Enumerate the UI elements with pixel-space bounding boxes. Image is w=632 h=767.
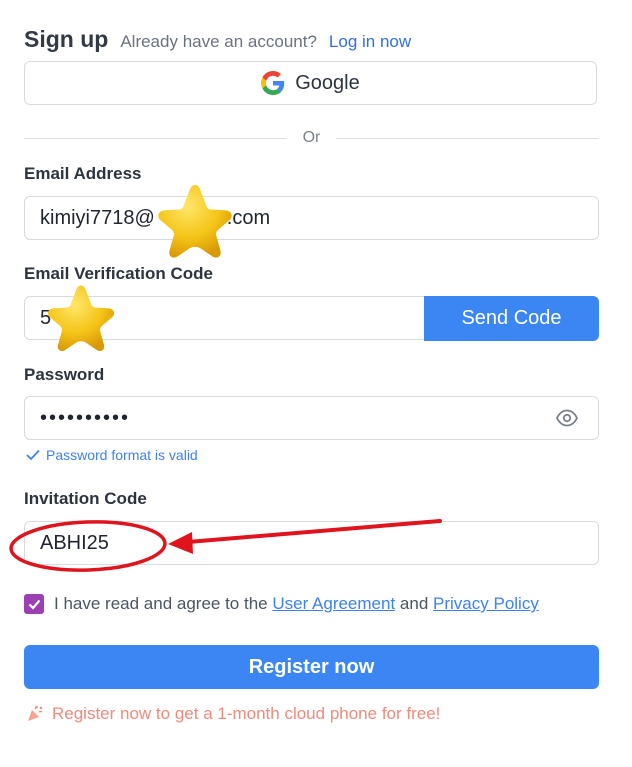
checkmark-icon bbox=[28, 599, 40, 610]
promo-message: Register now to get a 1-month cloud phon… bbox=[26, 704, 440, 724]
invitation-code-field[interactable]: ABHI25 bbox=[24, 521, 599, 565]
invitation-code-value: ABHI25 bbox=[40, 531, 109, 554]
login-prompt: Already have an account? bbox=[120, 32, 317, 51]
eye-icon[interactable] bbox=[556, 409, 578, 427]
password-field[interactable]: •••••••••• bbox=[24, 396, 599, 440]
divider-text: Or bbox=[302, 129, 321, 146]
google-button-label: Google bbox=[295, 71, 360, 94]
check-icon bbox=[26, 449, 40, 461]
party-popper-icon bbox=[28, 705, 43, 721]
password-label: Password bbox=[24, 365, 105, 384]
send-code-button[interactable]: Send Code bbox=[424, 296, 599, 341]
signup-header: Sign up Already have an account? Log in … bbox=[24, 26, 411, 53]
password-valid-message: Password format is valid bbox=[26, 447, 198, 463]
agreement-text: I have read and agree to the bbox=[54, 594, 268, 613]
star-sticker bbox=[158, 184, 232, 258]
or-divider: Or bbox=[24, 128, 599, 148]
email-label: Email Address bbox=[24, 164, 142, 183]
user-agreement-link[interactable]: User Agreement bbox=[272, 594, 395, 613]
agreement-checkbox[interactable] bbox=[24, 594, 44, 614]
divider-line-left bbox=[24, 137, 287, 139]
star-sticker bbox=[47, 285, 115, 351]
privacy-policy-link[interactable]: Privacy Policy bbox=[433, 594, 539, 613]
login-link[interactable]: Log in now bbox=[329, 32, 411, 52]
register-button[interactable]: Register now bbox=[24, 645, 599, 689]
agreement-and: and bbox=[399, 594, 429, 613]
email-value-prefix: kimiyi7718@ bbox=[40, 206, 155, 229]
email-field[interactable]: kimiyi7718@ .com bbox=[24, 196, 599, 240]
promo-text: Register now to get a 1-month cloud phon… bbox=[52, 704, 441, 723]
password-masked-value: •••••••••• bbox=[40, 406, 131, 429]
divider-line-right bbox=[336, 137, 599, 139]
signup-page: Sign up Already have an account? Log in … bbox=[0, 0, 632, 767]
agreement-row: I have read and agree to the User Agreem… bbox=[24, 594, 539, 614]
page-title: Sign up bbox=[24, 26, 109, 52]
google-signin-button[interactable]: Google bbox=[24, 61, 597, 105]
invitation-code-label: Invitation Code bbox=[24, 489, 147, 508]
password-valid-text: Password format is valid bbox=[46, 447, 198, 463]
google-icon bbox=[261, 71, 285, 95]
